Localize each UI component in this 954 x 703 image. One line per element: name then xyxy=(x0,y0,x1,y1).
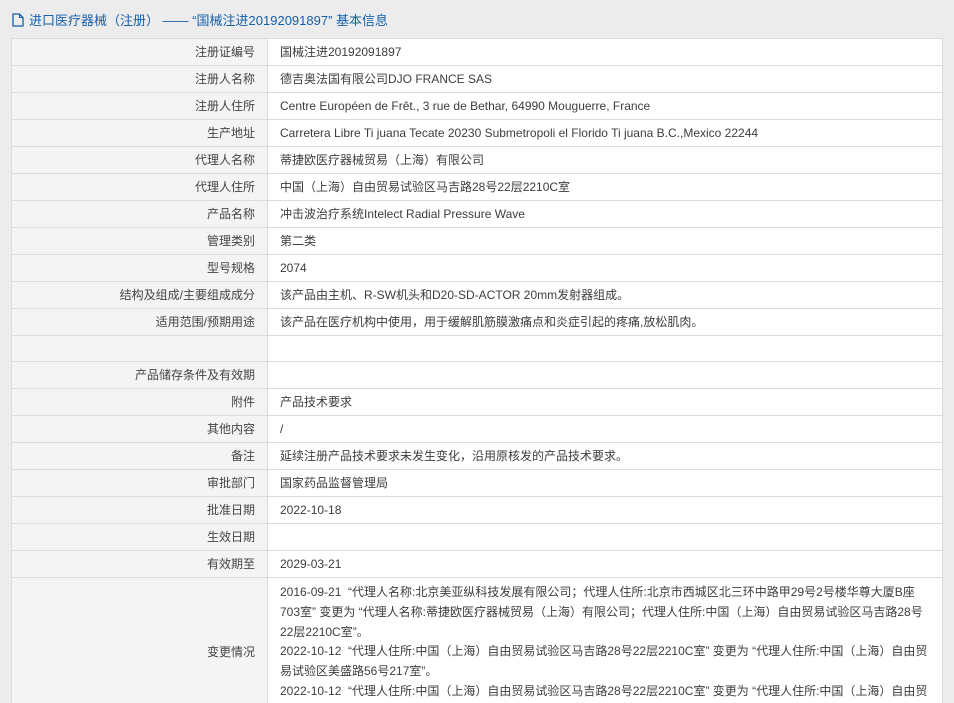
page-header: 进口医疗器械（注册） —— “国械注进20192091897” 基本信息 xyxy=(12,10,943,29)
table-row: 结构及组成/主要组成成分该产品由主机、R-SW机头和D20-SD-ACTOR 2… xyxy=(12,282,943,309)
row-label: 注册证编号 xyxy=(12,39,268,66)
row-label: 批准日期 xyxy=(12,497,268,524)
row-value: 蒂捷欧医疗器械贸易（上海）有限公司 xyxy=(268,147,943,174)
row-label: 有效期至 xyxy=(12,551,268,578)
row-value: 德吉奥法国有限公司DJO FRANCE SAS xyxy=(268,66,943,93)
table-row: 注册证编号国械注进20192091897 xyxy=(12,39,943,66)
table-row: 有效期至2029-03-21 xyxy=(12,551,943,578)
row-value xyxy=(268,336,943,362)
row-label: 适用范围/预期用途 xyxy=(12,309,268,336)
change-record-line: 2016-09-21 “代理人名称:北京美亚纵科技发展有限公司；代理人住所:北京… xyxy=(280,583,930,642)
row-value: 国家药品监督管理局 xyxy=(268,470,943,497)
row-label: 代理人住所 xyxy=(12,174,268,201)
page: 进口医疗器械（注册） —— “国械注进20192091897” 基本信息 注册证… xyxy=(0,0,954,703)
table-row: 代理人住所中国（上海）自由贸易试验区马吉路28号22层2210C室 xyxy=(12,174,943,201)
table-row: 审批部门国家药品监督管理局 xyxy=(12,470,943,497)
row-label: 代理人名称 xyxy=(12,147,268,174)
row-label: 管理类别 xyxy=(12,228,268,255)
row-value: 产品技术要求 xyxy=(268,389,943,416)
row-value: 2029-03-21 xyxy=(268,551,943,578)
row-label: 注册人名称 xyxy=(12,66,268,93)
row-label: 其他内容 xyxy=(12,416,268,443)
table-row: 适用范围/预期用途该产品在医疗机构中使用，用于缓解肌筋膜激痛点和炎症引起的疼痛,… xyxy=(12,309,943,336)
table-row: 产品储存条件及有效期 xyxy=(12,362,943,389)
table-row: 注册人住所Centre Européen de Frêt., 3 rue de … xyxy=(12,93,943,120)
row-label: 结构及组成/主要组成成分 xyxy=(12,282,268,309)
row-value: 冲击波治疗系统Intelect Radial Pressure Wave xyxy=(268,201,943,228)
table-row: 其他内容/ xyxy=(12,416,943,443)
table-row: 管理类别第二类 xyxy=(12,228,943,255)
row-value: / xyxy=(268,416,943,443)
row-label: 附件 xyxy=(12,389,268,416)
row-label: 型号规格 xyxy=(12,255,268,282)
row-value: Centre Européen de Frêt., 3 rue de Betha… xyxy=(268,93,943,120)
row-value: 该产品在医疗机构中使用，用于缓解肌筋膜激痛点和炎症引起的疼痛,放松肌肉。 xyxy=(268,309,943,336)
row-label: 生产地址 xyxy=(12,120,268,147)
table-row: 生效日期 xyxy=(12,524,943,551)
table-row: 生产地址Carretera Libre Ti juana Tecate 2023… xyxy=(12,120,943,147)
row-value: 延续注册产品技术要求未发生变化，沿用原核发的产品技术要求。 xyxy=(268,443,943,470)
registration-info-table: 注册证编号国械注进20192091897注册人名称德吉奥法国有限公司DJO FR… xyxy=(11,38,943,703)
change-record-line: 2022-10-12 “代理人住所:中国（上海）自由贸易试验区马吉路28号22层… xyxy=(280,682,930,703)
row-value: 2022-10-18 xyxy=(268,497,943,524)
table-row: 附件产品技术要求 xyxy=(12,389,943,416)
row-value: 2074 xyxy=(268,255,943,282)
table-row: 产品名称冲击波治疗系统Intelect Radial Pressure Wave xyxy=(12,201,943,228)
table-row: 代理人名称蒂捷欧医疗器械贸易（上海）有限公司 xyxy=(12,147,943,174)
row-label: 备注 xyxy=(12,443,268,470)
row-value xyxy=(268,362,943,389)
table-row: 注册人名称德吉奥法国有限公司DJO FRANCE SAS xyxy=(12,66,943,93)
row-label xyxy=(12,336,268,362)
row-label: 审批部门 xyxy=(12,470,268,497)
row-value: 国械注进20192091897 xyxy=(268,39,943,66)
row-label: 生效日期 xyxy=(12,524,268,551)
row-value: 该产品由主机、R-SW机头和D20-SD-ACTOR 20mm发射器组成。 xyxy=(268,282,943,309)
table-row: 备注延续注册产品技术要求未发生变化，沿用原核发的产品技术要求。 xyxy=(12,443,943,470)
row-label: 产品储存条件及有效期 xyxy=(12,362,268,389)
row-value: Carretera Libre Ti juana Tecate 20230 Su… xyxy=(268,120,943,147)
row-label: 变更情况 xyxy=(12,578,268,703)
row-value: 2016-09-21 “代理人名称:北京美亚纵科技发展有限公司；代理人住所:北京… xyxy=(268,578,943,703)
table-row: 变更情况2016-09-21 “代理人名称:北京美亚纵科技发展有限公司；代理人住… xyxy=(12,578,943,703)
page-title: 进口医疗器械（注册） —— “国械注进20192091897” 基本信息 xyxy=(29,10,388,29)
table-row: 型号规格2074 xyxy=(12,255,943,282)
change-record-line: 2022-10-12 “代理人住所:中国（上海）自由贸易试验区马吉路28号22层… xyxy=(280,642,930,682)
table-row: 批准日期2022-10-18 xyxy=(12,497,943,524)
row-label: 注册人住所 xyxy=(12,93,268,120)
info-table-body: 注册证编号国械注进20192091897注册人名称德吉奥法国有限公司DJO FR… xyxy=(12,39,943,703)
document-icon xyxy=(12,13,24,27)
row-value: 中国（上海）自由贸易试验区马吉路28号22层2210C室 xyxy=(268,174,943,201)
row-value: 第二类 xyxy=(268,228,943,255)
row-label: 产品名称 xyxy=(12,201,268,228)
row-value xyxy=(268,524,943,551)
table-row xyxy=(12,336,943,362)
